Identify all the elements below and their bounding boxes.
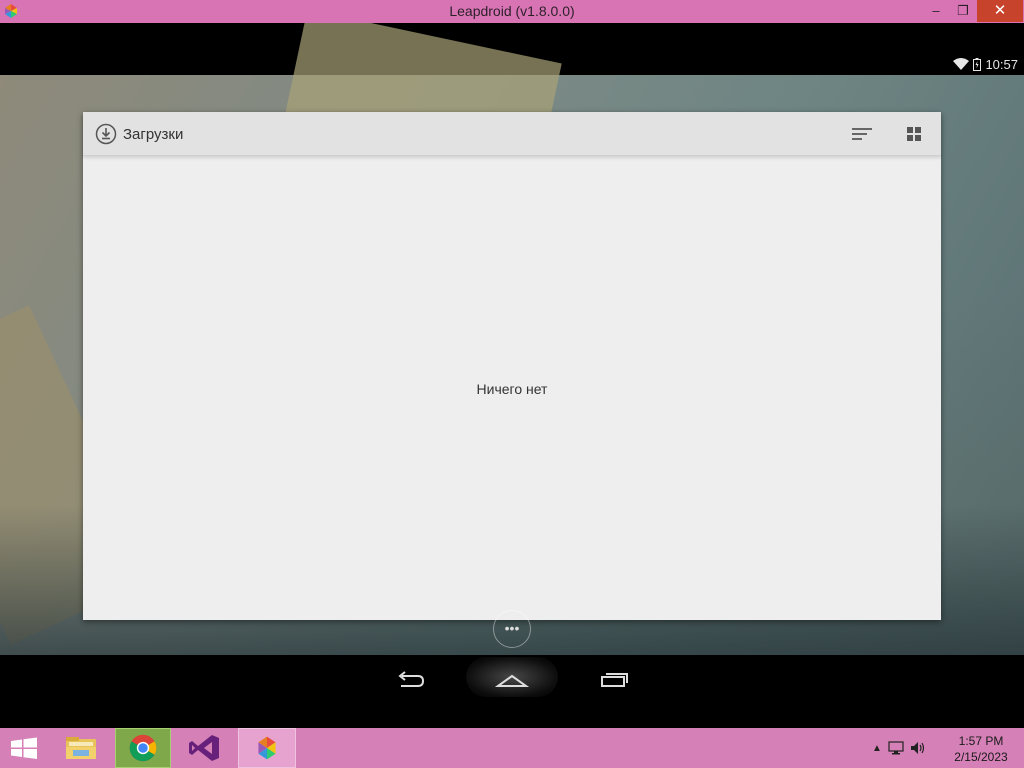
sort-icon[interactable] — [850, 124, 874, 144]
windows-start-icon[interactable] — [0, 728, 48, 768]
system-tray: ▲ — [872, 738, 926, 758]
clock-time: 1:57 PM — [958, 734, 1004, 748]
download-icon[interactable] — [95, 123, 117, 145]
wifi-icon — [953, 58, 970, 70]
downloads-toolbar: Загрузки — [83, 112, 941, 156]
minimize-button[interactable]: – — [922, 0, 950, 22]
restore-button[interactable]: ❐ — [950, 0, 976, 22]
visual-studio-icon[interactable] — [178, 728, 232, 768]
volume-icon[interactable] — [910, 741, 926, 755]
recents-icon[interactable] — [597, 664, 631, 698]
leapdroid-icon[interactable] — [238, 728, 296, 768]
android-screen: 10:57 Загрузки Ничего нет ••• — [0, 23, 1024, 728]
show-hidden-icons-arrow[interactable]: ▲ — [872, 743, 882, 754]
empty-state-message: Ничего нет — [476, 381, 548, 397]
grid-view-icon[interactable] — [905, 125, 923, 143]
home-icon[interactable] — [494, 664, 530, 698]
chrome-icon[interactable] — [115, 728, 171, 768]
file-explorer-icon[interactable] — [56, 728, 106, 768]
downloads-title: Загрузки — [123, 126, 184, 143]
network-icon[interactable] — [888, 741, 904, 755]
window-title-bar: Leapdroid (v1.8.0.0) – ❐ ✕ — [0, 0, 1024, 23]
app-drawer-button[interactable]: ••• — [493, 610, 531, 648]
taskbar-clock[interactable]: 1:57 PM 2/15/2023 — [946, 733, 1016, 765]
clock-date: 2/15/2023 — [954, 750, 1008, 764]
battery-icon — [973, 57, 982, 71]
status-time: 10:57 — [985, 56, 1018, 72]
android-navigation-bar — [0, 655, 1024, 728]
windows-taskbar: ▲ 1:57 PM 2/15/2023 — [0, 728, 1024, 768]
back-icon[interactable] — [393, 664, 427, 698]
downloads-app-window: Загрузки Ничего нет — [83, 112, 941, 620]
window-title: Leapdroid (v1.8.0.0) — [449, 3, 575, 19]
close-button[interactable]: ✕ — [977, 0, 1023, 22]
status-icons: 10:57 — [953, 56, 1018, 72]
